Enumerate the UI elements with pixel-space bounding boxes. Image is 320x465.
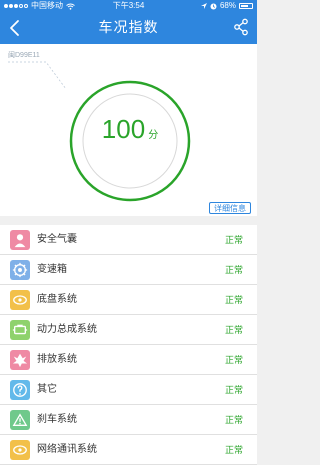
system-status: 正常: [224, 295, 243, 305]
system-status: 正常: [224, 385, 243, 395]
system-status: 正常: [224, 415, 243, 425]
system-label: 其它: [37, 384, 57, 395]
system-row[interactable]: 其它 正常: [0, 375, 257, 405]
system-row[interactable]: 网络通讯系统 正常: [0, 435, 257, 465]
nav-bar: 车况指数: [0, 12, 257, 44]
status-right: 68%: [200, 0, 253, 12]
battery-icon: [239, 3, 253, 9]
status-bar: 中国移动 下午3:54 68%: [0, 0, 257, 12]
airbag-icon: [10, 230, 30, 250]
system-label: 安全气囊: [37, 234, 77, 245]
system-label: 动力总成系统: [37, 324, 97, 335]
score-panel: 闽D99E11 100 分 详细信息: [0, 44, 257, 216]
powertrain-icon: [10, 320, 30, 340]
location-icon: [200, 3, 207, 9]
system-label: 刹车系统: [37, 414, 77, 425]
score-unit: 分: [148, 130, 159, 141]
system-row[interactable]: 底盘系统 正常: [0, 285, 257, 315]
system-row[interactable]: 安全气囊 正常: [0, 225, 257, 255]
page-title: 车况指数: [98, 19, 159, 35]
gearbox-icon: [10, 260, 30, 280]
system-label: 变速箱: [37, 264, 67, 275]
score-display: 100 分: [68, 114, 192, 145]
system-row[interactable]: 刹车系统 正常: [0, 405, 257, 435]
other-icon: [10, 380, 30, 400]
system-label: 网络通讯系统: [37, 444, 97, 455]
battery-fill: [241, 5, 248, 7]
license-plate: 闽D99E11: [8, 52, 40, 59]
chassis-icon: [10, 290, 30, 310]
system-status: 正常: [224, 355, 243, 365]
system-row[interactable]: 动力总成系统 正常: [0, 315, 257, 345]
network-icon: [10, 440, 30, 460]
system-label: 排放系统: [37, 354, 77, 365]
system-status: 正常: [224, 325, 243, 335]
brake-icon: [10, 410, 30, 430]
share-icon[interactable]: [233, 18, 249, 36]
system-status: 正常: [224, 235, 243, 245]
emission-icon: [10, 350, 30, 370]
alarm-icon: [210, 3, 217, 9]
system-row[interactable]: 排放系统 正常: [0, 345, 257, 375]
system-status: 正常: [224, 445, 243, 455]
system-label: 底盘系统: [37, 294, 77, 305]
system-row[interactable]: 变速箱 正常: [0, 255, 257, 285]
system-status-list: 安全气囊 正常 变速箱 正常 底盘系统 正常 动力总成系统 正常 排放系统 正常 其它 正常 刹车系统正…: [0, 225, 257, 465]
plate-connector-line: [8, 61, 67, 90]
system-status: 正常: [224, 265, 243, 275]
battery-percent: 68%: [219, 1, 236, 10]
detail-info-button[interactable]: 详细信息: [209, 202, 251, 214]
score-value: 100: [101, 114, 146, 144]
